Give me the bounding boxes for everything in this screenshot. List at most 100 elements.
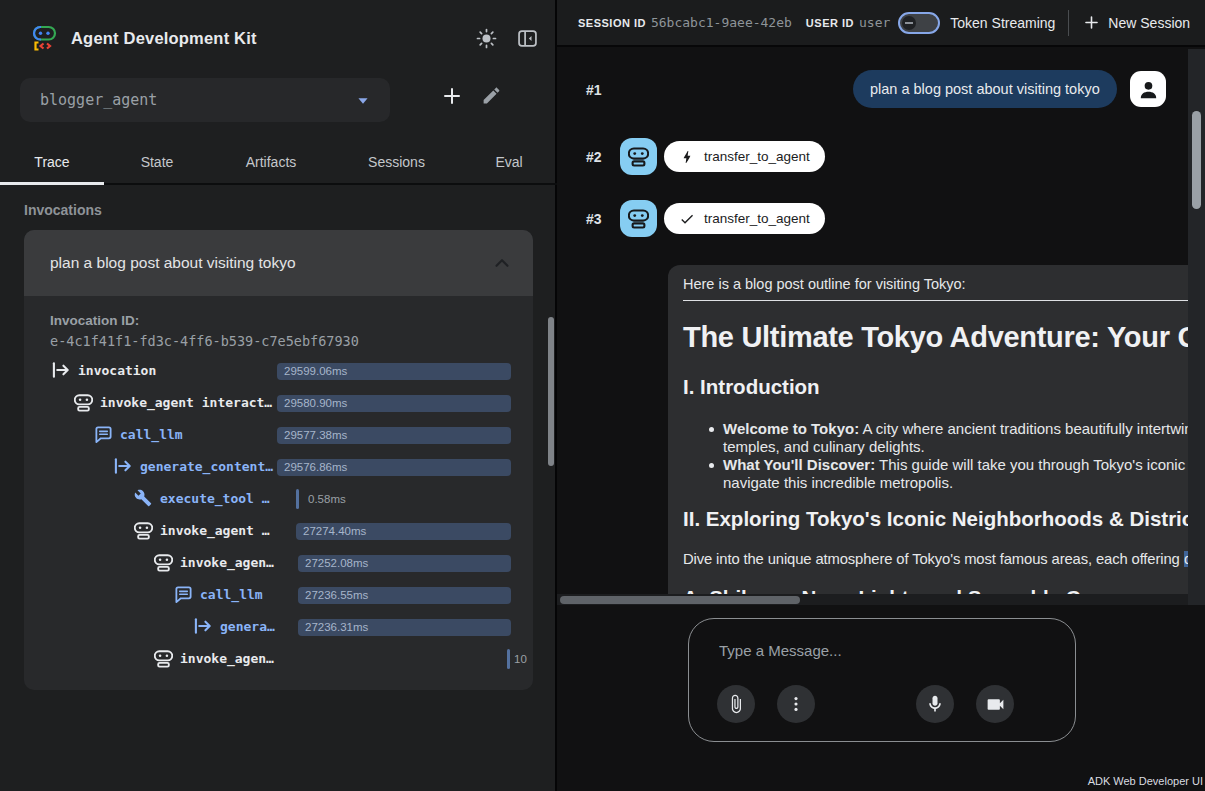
tab-eval[interactable]: Eval [461,140,557,183]
divider [683,300,1188,301]
agent-avatar [620,200,657,237]
user-avatar [1130,71,1166,107]
scrollbar-thumb[interactable] [560,596,800,604]
agent-avatar [620,138,657,175]
tab-trace[interactable]: Trace [0,140,104,183]
scrollbar-thumb[interactable] [1192,111,1201,209]
event-number[interactable]: #3 [586,211,602,227]
tab-artifacts[interactable]: Artifacts [210,140,332,183]
duration-bar: 27236.55ms [298,587,511,604]
span-label: execute_tool … [160,491,270,506]
invocation-title: plan a blog post about visiting tokyo [50,254,296,272]
theme-toggle-button[interactable] [475,27,498,50]
invocation-arrow-icon [52,362,71,378]
pencil-icon [481,85,502,106]
robot-icon [628,146,649,167]
invocation-card-header[interactable]: plan a blog post about visiting tokyo [24,230,533,296]
trace-row[interactable]: invoke_agen… 10 [24,650,533,668]
chat-area: #1 plan a blog post about visiting tokyo… [557,49,1188,594]
duration-bar: 29599.06ms [277,363,511,380]
chip-label: transfer_to_agent [704,211,810,226]
duration-bar: 27252.08ms [298,555,511,572]
chevron-down-icon [352,89,374,111]
agent-select-value: blogger_agent [40,91,157,109]
blog-title: The Ultimate Tokyo Adventure: Your Gu [683,321,1188,354]
videocam-icon [985,694,1006,715]
adk-app: Agent Development Kit blogger_agent Trac… [0,0,1205,791]
agent-select[interactable]: blogger_agent [20,78,390,122]
more-vert-icon [786,694,806,714]
agent-robot-icon [154,553,173,572]
trace-row[interactable]: invocation 29599.06ms [24,362,533,380]
attach-file-button[interactable] [717,685,755,723]
bullet-line: navigate this incredible metropolis. [723,474,953,491]
blog-cut-heading: A. Shibuya: Neon Lights and Scramble Cro… [683,586,1124,594]
bullet-dot [709,427,714,432]
trace-row[interactable]: call_llm 27236.55ms [24,586,533,604]
adk-logo-icon [30,24,58,52]
microphone-button[interactable] [916,685,954,723]
bullet-line: Welcome to Tokyo: A city where ancient t… [723,420,1188,437]
span-label: genera… [220,619,275,634]
topbar-divider [1068,10,1069,36]
message-input[interactable] [717,641,1037,660]
span-label: invoke_agen… [180,555,274,570]
duration-bar: 29576.86ms [277,459,511,476]
trace-row[interactable]: invoke_agent interact… 29580.90ms [24,394,533,412]
span-label: invocation [78,363,156,378]
trace-row[interactable]: genera… 27236.31ms [24,618,533,636]
trace-row[interactable]: generate_content… 29576.86ms [24,458,533,476]
span-label: invoke_agent interact… [100,395,272,410]
function-response-chip[interactable]: transfer_to_agent [664,203,825,234]
span-label: call_llm [120,427,183,442]
duration-bar: 27274.40ms [296,523,511,540]
agent-robot-icon [74,393,93,412]
duration-tick [507,649,510,669]
span-label: call_llm [200,587,263,602]
chip-label: transfer_to_agent [704,149,810,164]
blog-paragraph: Dive into the unique atmosphere of Tokyo… [683,551,1188,567]
more-options-button[interactable] [777,685,815,723]
app-title: Agent Development Kit [71,29,257,48]
chat-bubble-icon [94,425,113,444]
new-session-button[interactable]: New Session [1082,13,1190,32]
bolt-icon [679,149,695,165]
wrench-icon [134,489,152,507]
blog-section-2: II. Exploring Tokyo's Iconic Neighborhoo… [683,507,1188,531]
collapse-panel-button[interactable] [516,27,539,50]
plus-icon [1082,13,1101,32]
duration-bar: 29580.90ms [277,395,511,412]
check-icon [679,211,695,227]
token-streaming-toggle[interactable] [898,12,940,34]
duration-bar: 29577.38ms [277,427,511,444]
chevron-up-icon[interactable] [491,252,513,274]
footer-note: ADK Web Developer UI [1088,775,1203,787]
trace-row[interactable]: execute_tool … 0.58ms [24,490,533,508]
add-session-button[interactable] [440,84,464,108]
token-streaming-label: Token Streaming [950,15,1055,31]
event-number[interactable]: #1 [586,82,602,98]
invocations-label: Invocations [24,202,102,218]
event-number[interactable]: #2 [586,149,602,165]
trace-row[interactable]: call_llm 29577.38ms [24,426,533,444]
left-scrollbar[interactable] [548,317,554,466]
tab-sessions[interactable]: Sessions [332,140,461,183]
user-message-bubble: plan a blog post about visiting tokyo [853,70,1117,108]
tab-state[interactable]: State [104,140,210,183]
function-call-chip[interactable]: transfer_to_agent [664,141,825,172]
user-id-label: USER ID [806,17,854,29]
paperclip-icon [726,694,746,714]
side-panel-icon [516,27,539,50]
trace-row[interactable]: invoke_agen… 27252.08ms [24,554,533,572]
chat-horizontal-scrollbar[interactable] [557,594,1188,605]
edit-agent-button[interactable] [481,85,502,106]
left-panel: Agent Development Kit blogger_agent Trac… [0,0,557,791]
trace-row[interactable]: invoke_agent … 27274.40ms [24,522,533,540]
invocation-id-label: Invocation ID: [50,313,139,328]
sun-icon [475,27,498,50]
camera-button[interactable] [976,685,1014,723]
chat-vertical-scrollbar[interactable] [1188,49,1205,605]
agent-robot-icon [154,649,173,668]
duration-bar: 27236.31ms [298,619,511,636]
person-icon [1137,78,1160,101]
